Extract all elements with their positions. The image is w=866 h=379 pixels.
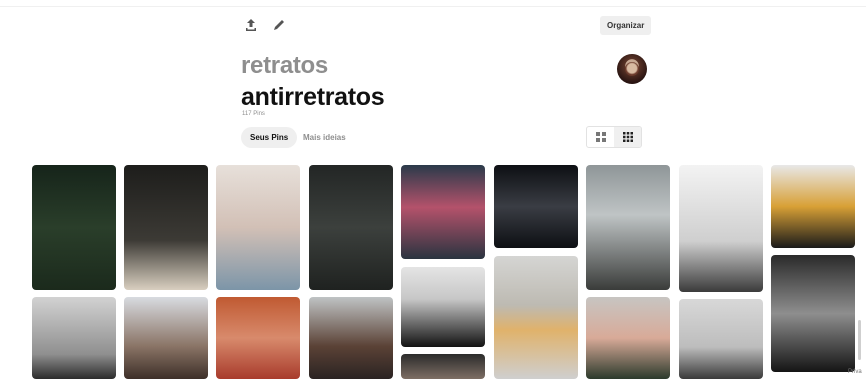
pin-woman-dark-woods[interactable] xyxy=(309,165,393,290)
pin-woman-hair-dark[interactable] xyxy=(124,165,208,290)
pin-woman-back[interactable] xyxy=(401,267,485,347)
pin-person-sitting[interactable] xyxy=(679,299,763,379)
pin-two-people-smoke[interactable] xyxy=(586,165,670,290)
pin-face-flowers[interactable] xyxy=(401,165,485,259)
pin-women-orange[interactable] xyxy=(216,297,300,379)
pin-woman-plastic-sea[interactable] xyxy=(216,165,300,290)
pin-yellow-paint-face[interactable] xyxy=(771,165,855,248)
pin-hands-blur[interactable] xyxy=(401,354,485,379)
pin-woman-white-wall[interactable] xyxy=(32,297,116,379)
scrollbar[interactable] xyxy=(858,320,861,360)
pin-woman-in-forest[interactable] xyxy=(32,165,116,290)
pin-woman-mirror[interactable] xyxy=(309,297,393,379)
pin-woman-bath[interactable] xyxy=(124,297,208,379)
privacy-link[interactable]: Priva xyxy=(848,369,862,375)
pin-neck-sculpture[interactable] xyxy=(679,165,763,292)
pin-woman-pink-shirt[interactable] xyxy=(586,297,670,379)
pin-smoke-portrait[interactable] xyxy=(771,255,855,372)
pin-grid xyxy=(0,0,866,379)
pin-woman-flower-face[interactable] xyxy=(494,256,578,379)
pin-face-blur-dark[interactable] xyxy=(494,165,578,248)
